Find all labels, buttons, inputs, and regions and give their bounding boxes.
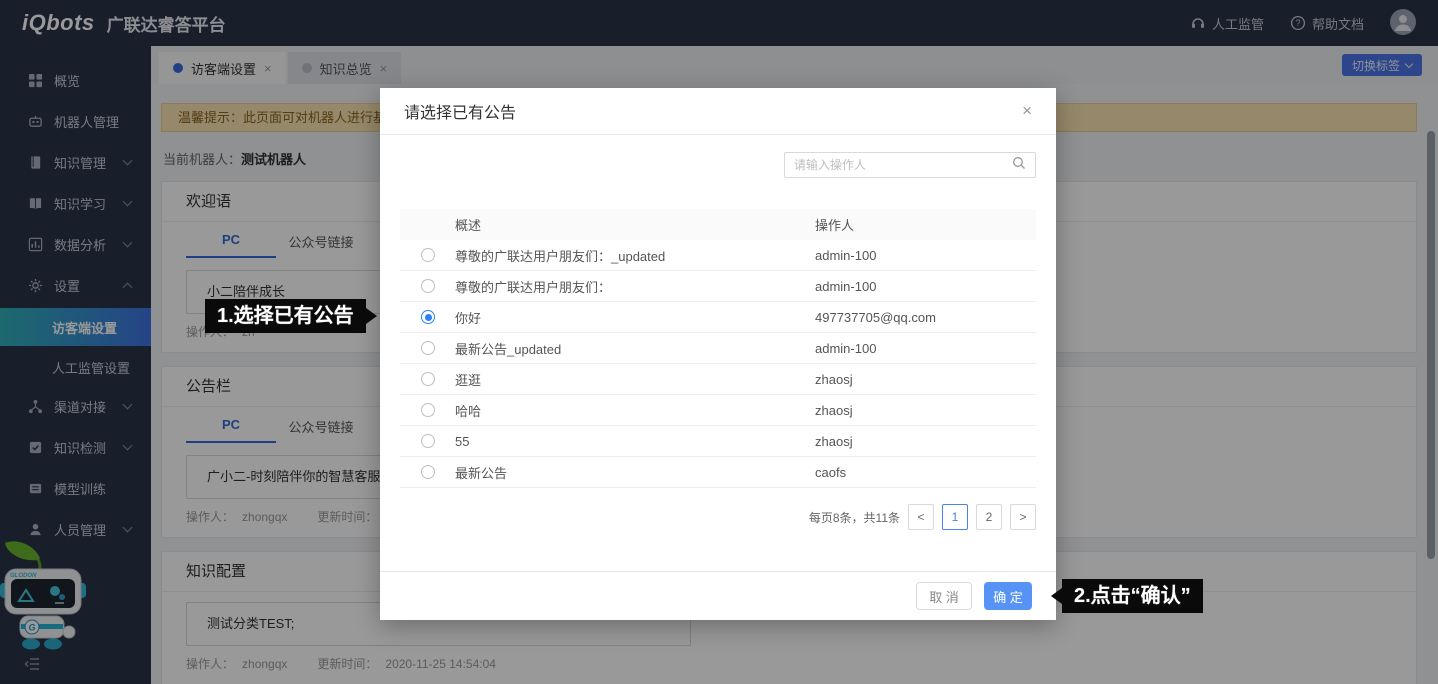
row-summary: 尊敬的广联达用户朋友们： bbox=[455, 277, 815, 296]
radio-button[interactable] bbox=[421, 372, 435, 386]
radio-button[interactable] bbox=[421, 248, 435, 262]
table-header: 概述 操作人 bbox=[400, 209, 1036, 240]
cancel-button[interactable]: 取 消 bbox=[916, 582, 972, 610]
select-announcement-dialog: 请选择已有公告 × 概述 操作人 尊敬的广联达用户朋友们：_updated ad… bbox=[380, 88, 1056, 620]
radio-button[interactable] bbox=[421, 465, 435, 479]
next-page-button[interactable]: > bbox=[1010, 504, 1036, 530]
radio-button[interactable] bbox=[421, 341, 435, 355]
table-row[interactable]: 哈哈 zhaosj bbox=[400, 395, 1036, 426]
close-icon[interactable]: × bbox=[1022, 101, 1032, 121]
dialog-footer: 取 消 确 定 bbox=[380, 571, 1056, 620]
table-row[interactable]: 逛逛 zhaosj bbox=[400, 364, 1036, 395]
table-row[interactable]: 尊敬的广联达用户朋友们：_updated admin-100 bbox=[400, 240, 1036, 271]
radio-button[interactable] bbox=[421, 403, 435, 417]
row-operator: caofs bbox=[815, 465, 1036, 480]
operator-search-box bbox=[784, 152, 1036, 178]
page-2-button[interactable]: 2 bbox=[976, 504, 1002, 530]
row-operator: 497737705@qq.com bbox=[815, 310, 1036, 325]
row-summary: 你好 bbox=[455, 308, 815, 327]
page-1-button[interactable]: 1 bbox=[942, 504, 968, 530]
row-summary: 尊敬的广联达用户朋友们：_updated bbox=[455, 246, 815, 265]
table-row[interactable]: 尊敬的广联达用户朋友们： admin-100 bbox=[400, 271, 1036, 302]
pagination: 每页8条，共11条 < 1 2 > bbox=[400, 504, 1036, 530]
row-operator: admin-100 bbox=[815, 279, 1036, 294]
column-summary: 概述 bbox=[400, 215, 815, 234]
table-row-selected[interactable]: 你好 497737705@qq.com bbox=[400, 302, 1036, 333]
row-summary: 最新公告_updated bbox=[455, 339, 815, 358]
column-operator: 操作人 bbox=[815, 215, 1036, 234]
radio-button[interactable] bbox=[421, 434, 435, 448]
radio-button-selected[interactable] bbox=[421, 310, 435, 324]
dialog-title: 请选择已有公告 bbox=[404, 99, 516, 123]
radio-button[interactable] bbox=[421, 279, 435, 293]
operator-search-input[interactable] bbox=[794, 158, 1012, 172]
prev-page-button[interactable]: < bbox=[908, 504, 934, 530]
row-summary: 最新公告 bbox=[455, 463, 815, 482]
row-operator: zhaosj bbox=[815, 403, 1036, 418]
row-summary: 哈哈 bbox=[455, 401, 815, 420]
search-icon[interactable] bbox=[1012, 156, 1026, 175]
row-summary: 55 bbox=[455, 434, 815, 449]
annotation-step1: 1.选择已有公告 bbox=[205, 299, 366, 333]
table-row[interactable]: 最新公告 caofs bbox=[400, 457, 1036, 488]
row-operator: admin-100 bbox=[815, 248, 1036, 263]
row-operator: admin-100 bbox=[815, 341, 1036, 356]
row-operator: zhaosj bbox=[815, 372, 1036, 387]
pagination-summary: 每页8条，共11条 bbox=[809, 509, 900, 526]
row-summary: 逛逛 bbox=[455, 370, 815, 389]
table-row[interactable]: 最新公告_updated admin-100 bbox=[400, 333, 1036, 364]
confirm-button[interactable]: 确 定 bbox=[984, 582, 1032, 610]
annotation-step2: 2.点击“确认” bbox=[1062, 579, 1203, 613]
table-row[interactable]: 55 zhaosj bbox=[400, 426, 1036, 457]
row-operator: zhaosj bbox=[815, 434, 1036, 449]
